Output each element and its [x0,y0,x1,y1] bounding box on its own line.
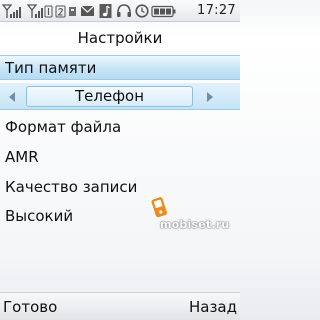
file-format-label: Формат файла [5,118,122,136]
clock-icon [135,4,149,18]
headset-icon [117,4,131,17]
arrow-left-icon[interactable] [9,92,15,102]
memory-type-value[interactable]: Телефон [26,86,193,107]
sim2-signal-icon [55,5,66,18]
done-softkey[interactable]: Готово [3,294,57,320]
memory-type-label: Тип памяти [5,59,97,77]
screen-title: Настройки [77,29,163,47]
arrow-right-icon[interactable] [207,92,213,102]
quality-label: Качество записи [5,178,138,196]
quality-value: Высокий [5,207,74,225]
file-format-value: AMR [5,148,39,166]
softkey-bar: Готово Назад [0,292,240,320]
status-bar: 17:27 [0,0,240,22]
back-softkey[interactable]: Назад [189,294,237,320]
file-format-value-row[interactable]: AMR [0,145,240,170]
sim1-signal-icon [27,4,53,18]
memory-type-label-row[interactable]: Тип памяти [0,55,240,80]
signal-strength-icon [2,4,21,18]
battery-icon [151,5,176,18]
watermark-text: mobiset.ru [160,218,230,231]
status-clock: 17:27 [197,3,236,18]
file-format-label-row[interactable]: Формат файла [0,115,240,140]
music-note-icon [99,4,112,18]
envelope-icon [80,5,95,16]
mini-status-icon [69,7,76,16]
memory-type-selector[interactable]: Телефон [0,83,240,110]
